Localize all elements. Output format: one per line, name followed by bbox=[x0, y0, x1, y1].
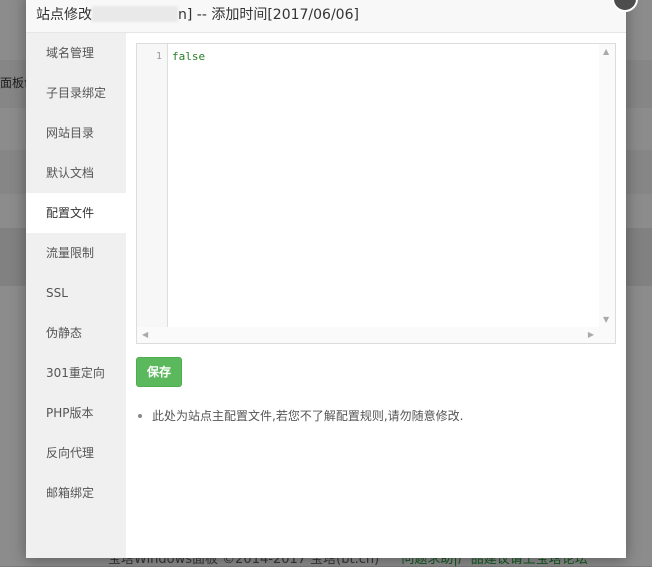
config-file-panel: 1 false ▲ ▼ ◀ ▶ 保存 此处为站点主配置文件,若您不了解配置规则,… bbox=[126, 33, 626, 558]
config-editor[interactable]: 1 false ▲ ▼ ◀ ▶ bbox=[136, 43, 616, 344]
modal-title-suffix: n] -- 添加时间[2017/06/06] bbox=[178, 7, 359, 23]
sidebar-item-site-directory[interactable]: 网站目录 bbox=[26, 113, 126, 153]
help-note-text: 此处为站点主配置文件,若您不了解配置规则,请勿随意修改. bbox=[152, 409, 464, 423]
modal-header: 站点修改 n] -- 添加时间[2017/06/06] bbox=[26, 0, 626, 33]
editor-gutter: 1 bbox=[137, 44, 168, 327]
sidebar-item-mail-binding[interactable]: 邮箱绑定 bbox=[26, 473, 126, 513]
sidebar-item-subdirectory-binding[interactable]: 子目录绑定 bbox=[26, 73, 126, 113]
editor-content[interactable]: false bbox=[172, 50, 205, 63]
line-number: 1 bbox=[155, 51, 162, 62]
bullet-icon bbox=[138, 414, 142, 418]
settings-sidebar: 域名管理 子目录绑定 网站目录 默认文档 配置文件 流量限制 SSL 伪静态 3… bbox=[26, 33, 126, 558]
sidebar-item-rewrite[interactable]: 伪静态 bbox=[26, 313, 126, 353]
help-notes: 此处为站点主配置文件,若您不了解配置规则,请勿随意修改. bbox=[138, 407, 463, 424]
scroll-left-icon[interactable]: ◀ bbox=[142, 330, 148, 339]
scrollbar-corner bbox=[599, 327, 615, 343]
scroll-up-icon[interactable]: ▲ bbox=[603, 47, 609, 56]
sidebar-item-default-document[interactable]: 默认文档 bbox=[26, 153, 126, 193]
sidebar-item-reverse-proxy[interactable]: 反向代理 bbox=[26, 433, 126, 473]
scroll-down-icon[interactable]: ▼ bbox=[603, 315, 609, 324]
save-button[interactable]: 保存 bbox=[136, 357, 182, 387]
sidebar-item-domain[interactable]: 域名管理 bbox=[26, 33, 126, 73]
vertical-scrollbar[interactable]: ▲ ▼ bbox=[599, 44, 615, 327]
sidebar-item-php-version[interactable]: PHP版本 bbox=[26, 393, 126, 433]
sidebar-item-ssl[interactable]: SSL bbox=[26, 273, 126, 313]
site-settings-modal: 站点修改 n] -- 添加时间[2017/06/06] 域名管理 子目录绑定 网站… bbox=[26, 0, 638, 558]
sidebar-item-traffic-limit[interactable]: 流量限制 bbox=[26, 233, 126, 273]
scroll-right-icon[interactable]: ▶ bbox=[588, 330, 594, 339]
sidebar-item-config-file[interactable]: 配置文件 bbox=[26, 193, 126, 233]
help-note: 此处为站点主配置文件,若您不了解配置规则,请勿随意修改. bbox=[138, 407, 463, 424]
modal-title: 站点修改 n] -- 添加时间[2017/06/06] bbox=[36, 4, 359, 24]
horizontal-scrollbar[interactable]: ◀ ▶ bbox=[137, 327, 599, 343]
modal-title-prefix: 站点修改 bbox=[36, 7, 92, 23]
sidebar-item-redirect-301[interactable]: 301重定向 bbox=[26, 353, 126, 393]
redacted-site-name bbox=[92, 6, 178, 22]
